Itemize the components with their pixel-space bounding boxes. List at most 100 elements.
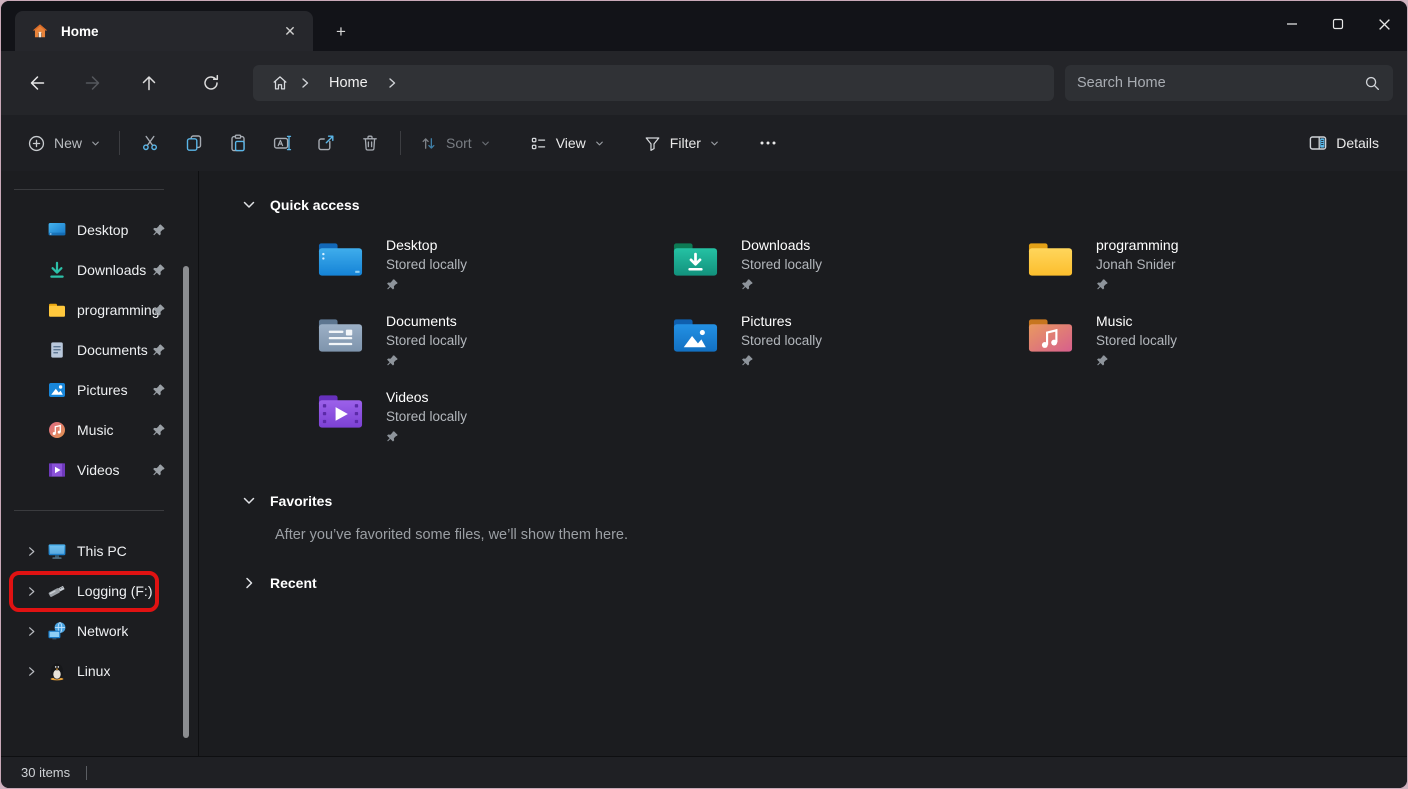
tab-home[interactable]: Home ✕ xyxy=(15,11,313,51)
sidebar-item-desktop[interactable]: Desktop xyxy=(1,210,198,250)
chevron-down-icon xyxy=(480,138,491,149)
sidebar-item-label: Pictures xyxy=(77,382,128,398)
sidebar-item-music[interactable]: Music xyxy=(1,410,198,450)
details-pane-icon xyxy=(1308,133,1328,153)
breadcrumb-segment-home[interactable]: Home xyxy=(321,73,376,93)
expand-chevron-icon[interactable] xyxy=(21,666,41,677)
maximize-button[interactable] xyxy=(1315,1,1361,47)
sidebar-item-label: Videos xyxy=(77,462,120,478)
sidebar-item-label: Network xyxy=(77,623,128,639)
chevron-down-icon xyxy=(709,138,720,149)
details-button[interactable]: Details xyxy=(1298,124,1389,162)
chevron-down-icon xyxy=(594,138,605,149)
chevron-right-icon[interactable] xyxy=(242,576,256,590)
copy-button[interactable] xyxy=(172,124,216,162)
sidebar-item-programming[interactable]: programming xyxy=(1,290,198,330)
expand-chevron-icon[interactable] xyxy=(21,546,41,557)
pushpin-icon xyxy=(1096,278,1109,291)
refresh-button[interactable] xyxy=(191,65,231,101)
videos-icon xyxy=(47,460,67,480)
view-button[interactable]: View xyxy=(519,124,615,162)
tab-close-icon[interactable]: ✕ xyxy=(277,18,303,44)
expand-chevron-icon[interactable] xyxy=(21,626,41,637)
tile-name: Documents xyxy=(386,311,467,331)
section-recent[interactable]: Recent xyxy=(200,569,1408,597)
sidebar-item-this-pc[interactable]: This PC xyxy=(1,531,198,571)
chevron-right-icon[interactable] xyxy=(299,77,311,89)
chevron-down-icon[interactable] xyxy=(242,494,256,508)
tile-pictures[interactable]: Pictures Stored locally xyxy=(670,309,1025,385)
cut-button[interactable] xyxy=(128,124,172,162)
pushpin-icon xyxy=(386,278,399,291)
paste-icon xyxy=(228,133,248,153)
sidebar-item-documents[interactable]: Documents xyxy=(1,330,198,370)
tile-downloads[interactable]: Downloads Stored locally xyxy=(670,233,1025,309)
more-dots-icon xyxy=(758,133,778,153)
more-options-button[interactable] xyxy=(746,124,790,162)
downloads-folder-icon xyxy=(672,239,719,279)
copy-icon xyxy=(184,133,204,153)
sidebar-item-downloads[interactable]: Downloads xyxy=(1,250,198,290)
tile-desktop[interactable]: Desktop Stored locally xyxy=(315,233,670,309)
new-tab-button[interactable]: + xyxy=(327,19,355,45)
sidebar-item-videos[interactable]: Videos xyxy=(1,450,198,490)
sidebar-item-label: This PC xyxy=(77,543,127,559)
up-button[interactable] xyxy=(129,65,169,101)
status-divider xyxy=(86,766,87,780)
tile-videos[interactable]: Videos Stored locally xyxy=(315,385,670,461)
minimize-button[interactable] xyxy=(1269,1,1315,47)
sidebar-item-logging-drive[interactable]: Logging (F:) xyxy=(1,571,198,611)
sidebar-item-label: Logging (F:) xyxy=(77,583,152,599)
tile-subtitle: Stored locally xyxy=(386,255,467,274)
breadcrumb[interactable]: Home xyxy=(253,65,1054,101)
sidebar-item-network[interactable]: Network xyxy=(1,611,198,651)
paste-button[interactable] xyxy=(216,124,260,162)
tile-music[interactable]: Music Stored locally xyxy=(1025,309,1380,385)
videos-folder-icon xyxy=(317,391,364,431)
expand-chevron-icon[interactable] xyxy=(21,586,41,597)
tile-subtitle: Stored locally xyxy=(741,255,822,274)
tile-documents[interactable]: Documents Stored locally xyxy=(315,309,670,385)
chevron-right-icon[interactable] xyxy=(386,77,398,89)
share-button[interactable] xyxy=(304,124,348,162)
sort-button[interactable]: Sort xyxy=(409,124,501,162)
filter-button[interactable]: Filter xyxy=(633,124,730,162)
magnifier-icon[interactable] xyxy=(1364,75,1381,92)
pushpin-icon xyxy=(386,430,399,443)
pushpin-icon xyxy=(741,278,754,291)
view-label: View xyxy=(556,135,586,151)
downloads-icon xyxy=(47,260,67,280)
sort-icon xyxy=(419,134,438,153)
sidebar-item-pictures[interactable]: Pictures xyxy=(1,370,198,410)
forward-button[interactable] xyxy=(73,65,113,101)
view-icon xyxy=(529,134,548,153)
pictures-folder-icon xyxy=(672,315,719,355)
items-count: 30 items xyxy=(21,765,70,780)
tile-name: Pictures xyxy=(741,311,822,331)
sidebar-item-linux[interactable]: Linux xyxy=(1,651,198,691)
close-window-button[interactable] xyxy=(1361,1,1407,47)
folder-icon xyxy=(47,300,67,320)
pushpin-icon xyxy=(152,463,166,477)
home-outline-icon xyxy=(271,74,289,92)
new-button[interactable]: New xyxy=(17,124,111,162)
section-favorites[interactable]: Favorites xyxy=(200,487,1408,515)
tile-name: Desktop xyxy=(386,235,467,255)
toolbar-divider xyxy=(400,131,401,155)
search-input[interactable] xyxy=(1077,75,1364,91)
sidebar-scrollbar[interactable] xyxy=(183,266,189,738)
quick-access-grid: Desktop Stored locally Downloads Stored … xyxy=(315,233,1408,461)
favorites-empty-message: After you’ve favorited some files, we’ll… xyxy=(200,527,1408,543)
chevron-down-icon[interactable] xyxy=(242,198,256,212)
delete-button[interactable] xyxy=(348,124,392,162)
content-pane: Quick access Desktop Stored locally Down… xyxy=(200,171,1408,758)
back-button[interactable] xyxy=(17,65,57,101)
tile-programming[interactable]: programming Jonah Snider xyxy=(1025,233,1380,309)
refresh-icon xyxy=(201,73,221,93)
rename-button[interactable] xyxy=(260,124,304,162)
search-box[interactable] xyxy=(1065,65,1393,101)
titlebar: Home ✕ + xyxy=(1,1,1407,51)
section-title: Quick access xyxy=(270,197,360,213)
section-quick-access[interactable]: Quick access xyxy=(200,191,1408,219)
tab-title: Home xyxy=(61,24,277,39)
